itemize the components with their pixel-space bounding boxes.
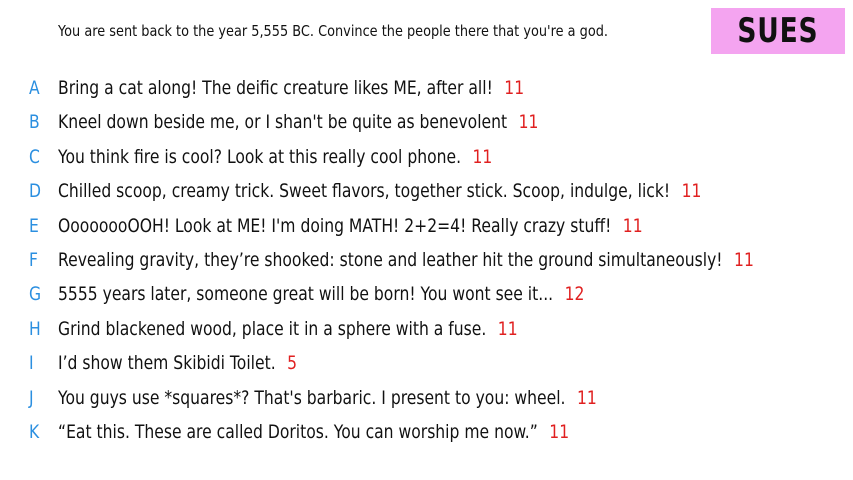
answer-letter: I (29, 352, 34, 375)
answer-letter: C (29, 145, 40, 168)
answer-score: 11 (576, 386, 597, 409)
answer-text: You think fire is cool? Look at this rea… (58, 145, 462, 168)
answer-score: 12 (564, 283, 585, 306)
answer-letter: H (29, 317, 41, 340)
answer-score: 5 (287, 352, 298, 375)
answer-row-c: C You think fire is cool? Look at this r… (0, 140, 853, 174)
answer-score: 11 (549, 420, 570, 443)
answer-row-g: G 5555 years later, someone great will b… (0, 277, 853, 311)
answer-row-a: A Bring a cat along! The deific creature… (0, 71, 853, 105)
answer-row-e: E OooooooOOH! Look at ME! I'm doing MATH… (0, 209, 853, 243)
answer-score: 11 (681, 180, 702, 203)
answer-letter: E (29, 214, 39, 237)
answer-letter: G (29, 283, 42, 306)
answer-text: OooooooOOH! Look at ME! I'm doing MATH! … (58, 214, 612, 237)
answer-text: Bring a cat along! The deific creature l… (58, 77, 493, 99)
answer-letter: A (29, 77, 40, 99)
answer-score: 11 (622, 214, 643, 237)
answer-text: Revealing gravity, they’re shooked: ston… (58, 248, 723, 271)
answer-text: 5555 years later, someone great will be … (58, 283, 554, 306)
answer-score: 11 (518, 111, 539, 134)
answer-row-h: H Grind blackened wood, place it in a sp… (0, 312, 853, 346)
answer-letter: J (29, 386, 34, 409)
answer-row-d: D Chilled scoop, creamy trick. Sweet fla… (0, 174, 853, 208)
question-prompt: You are sent back to the year 5,555 BC. … (58, 22, 609, 40)
answer-row-f: F Revealing gravity, they’re shooked: st… (0, 243, 853, 277)
player-name-badge: SUES (711, 8, 845, 54)
answer-row-b: B Kneel down beside me, or I shan't be q… (0, 105, 853, 139)
answer-letter: D (29, 180, 42, 203)
answer-text: “Eat this. These are called Doritos. You… (58, 420, 538, 443)
answer-letter: F (29, 248, 38, 271)
answer-letter: B (29, 111, 40, 134)
answer-row-j: J You guys use *squares*? That's barbari… (0, 381, 853, 415)
answer-row-i: I I’d show them Skibidi Toilet. 5 (0, 346, 853, 380)
answer-text: You guys use *squares*? That's barbaric.… (58, 386, 566, 409)
answer-score: 11 (734, 248, 754, 271)
answer-row-k: K “Eat this. These are called Doritos. Y… (0, 415, 853, 449)
answer-text: Chilled scoop, creamy trick. Sweet flavo… (58, 180, 671, 203)
answer-text: Kneel down beside me, or I shan't be qui… (58, 111, 508, 134)
answer-list: A Bring a cat along! The deific creature… (0, 71, 853, 449)
player-name-label: SUES (737, 11, 819, 51)
answer-text: Grind blackened wood, place it in a sphe… (58, 317, 487, 340)
answer-letter: K (29, 420, 40, 443)
answer-text: I’d show them Skibidi Toilet. (58, 352, 276, 375)
answer-score: 11 (497, 317, 518, 340)
answer-score: 11 (472, 145, 493, 168)
answer-score: 11 (504, 77, 525, 99)
